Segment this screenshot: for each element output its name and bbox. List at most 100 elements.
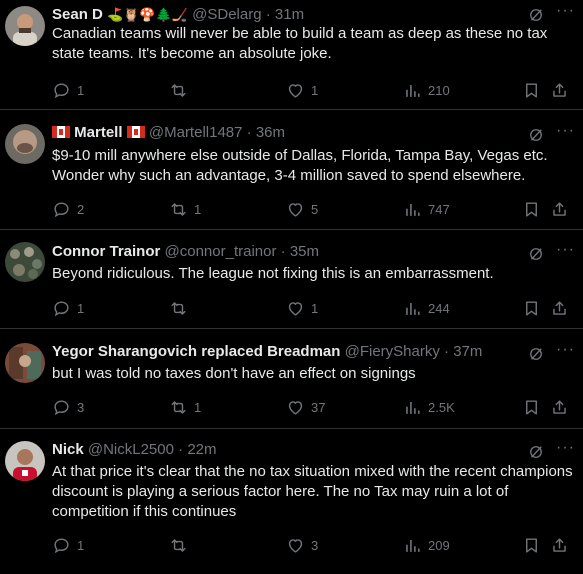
like-icon: [286, 200, 305, 219]
reply-button[interactable]: 1: [52, 534, 84, 556]
tweet[interactable]: Yegor Sharangovich replaced Breadman @Fi…: [0, 329, 583, 429]
display-name[interactable]: Connor Trainor: [52, 243, 160, 260]
views-button[interactable]: 209: [403, 534, 450, 556]
display-name[interactable]: Yegor Sharangovich replaced Breadman: [52, 343, 340, 360]
like-button[interactable]: 3: [286, 534, 318, 556]
tweet[interactable]: Sean D ⛳🦉🍄🌲🏒 @SDelarg · 31m ··· Canadian…: [0, 0, 583, 110]
retweet-icon: [169, 200, 188, 219]
reply-icon: [52, 200, 71, 219]
timestamp[interactable]: 36m: [256, 124, 285, 141]
reply-count: 3: [77, 399, 85, 415]
more-icon[interactable]: ···: [556, 439, 575, 457]
bookmark-button[interactable]: [522, 534, 547, 556]
tweet-header: Connor Trainor @connor_trainor · 35m: [52, 241, 523, 263]
reply-button[interactable]: 3: [52, 396, 84, 418]
grok-icon[interactable]: [527, 126, 545, 144]
tweet-header: Sean D ⛳🦉🍄🌲🏒 @SDelarg · 31m: [52, 4, 523, 26]
reply-count: 2: [77, 201, 85, 217]
views-icon: [403, 299, 422, 318]
like-button[interactable]: 5: [286, 198, 318, 220]
share-icon: [550, 536, 569, 555]
retweet-button[interactable]: 1: [169, 396, 201, 418]
bookmark-button[interactable]: [522, 396, 547, 418]
share-button[interactable]: [550, 297, 575, 319]
tweet[interactable]: Connor Trainor @connor_trainor · 35m ···…: [0, 230, 583, 329]
views-button[interactable]: 210: [403, 79, 450, 101]
grok-icon[interactable]: [527, 345, 545, 363]
more-icon[interactable]: ···: [556, 241, 575, 259]
handle[interactable]: @NickL2500: [88, 441, 174, 458]
more-icon[interactable]: ···: [556, 341, 575, 359]
share-icon: [550, 299, 569, 318]
share-button[interactable]: [550, 534, 575, 556]
separator: ·: [265, 6, 271, 23]
like-button[interactable]: 37: [286, 396, 325, 418]
share-icon: [550, 398, 569, 417]
view-count: 747: [428, 201, 450, 217]
retweet-icon: [169, 398, 188, 417]
tweet-text: $9-10 mill anywhere else outside of Dall…: [52, 147, 548, 184]
tweet[interactable]: Nick @NickL2500 · 22m ··· At that price …: [0, 429, 583, 574]
views-button[interactable]: 747: [403, 198, 450, 220]
reply-count: 1: [77, 300, 85, 316]
share-icon: [550, 81, 569, 100]
avatar[interactable]: [5, 242, 45, 282]
bookmark-icon: [522, 398, 541, 417]
more-icon[interactable]: ···: [556, 2, 575, 20]
grok-icon[interactable]: [527, 443, 545, 461]
like-count: 5: [311, 201, 319, 217]
action-bar: 1 3 209: [52, 534, 583, 556]
view-count: 244: [428, 300, 450, 316]
timestamp[interactable]: 22m: [187, 441, 216, 458]
timestamp[interactable]: 37m: [453, 343, 482, 360]
views-button[interactable]: 2.5K: [403, 396, 455, 418]
handle[interactable]: @SDelarg: [192, 6, 261, 23]
like-icon: [286, 398, 305, 417]
view-count: 2.5K: [428, 399, 455, 415]
action-bar: 1 1 210: [52, 79, 583, 101]
grok-icon[interactable]: [527, 6, 545, 24]
tweet-header: Martell @Martell1487 · 36m: [52, 122, 523, 144]
avatar[interactable]: [5, 343, 45, 383]
avatar[interactable]: [5, 441, 45, 481]
retweet-button[interactable]: [169, 79, 194, 101]
bookmark-button[interactable]: [522, 198, 547, 220]
reply-button[interactable]: 2: [52, 198, 84, 220]
handle[interactable]: @FierySharky: [345, 343, 440, 360]
like-icon: [286, 536, 305, 555]
share-button[interactable]: [550, 198, 575, 220]
tweet[interactable]: Martell @Martell1487 · 36m ··· $9-10 mil…: [0, 110, 583, 230]
action-bar: 3 1 37 2.5K: [52, 396, 583, 418]
share-button[interactable]: [550, 396, 575, 418]
handle[interactable]: @Martell1487: [149, 124, 243, 141]
retweet-button[interactable]: 1: [169, 198, 201, 220]
grok-icon[interactable]: [527, 245, 545, 263]
retweet-count: 1: [194, 399, 202, 415]
reply-button[interactable]: 1: [52, 297, 84, 319]
handle[interactable]: @connor_trainor: [165, 243, 277, 260]
retweet-icon: [169, 536, 188, 555]
share-button[interactable]: [550, 79, 575, 101]
reply-button[interactable]: 1: [52, 79, 84, 101]
view-count: 210: [428, 82, 450, 98]
display-name[interactable]: Sean D: [52, 6, 103, 23]
like-button[interactable]: 1: [286, 297, 318, 319]
retweet-button[interactable]: [169, 297, 194, 319]
more-icon[interactable]: ···: [556, 122, 575, 140]
like-button[interactable]: 1: [286, 79, 318, 101]
retweet-button[interactable]: [169, 534, 194, 556]
views-button[interactable]: 244: [403, 297, 450, 319]
timestamp[interactable]: 31m: [275, 6, 304, 23]
name-emoji: ⛳🦉🍄🌲🏒: [107, 8, 188, 23]
bookmark-button[interactable]: [522, 297, 547, 319]
avatar[interactable]: [5, 124, 45, 164]
like-count: 37: [311, 399, 326, 415]
separator: ·: [178, 441, 184, 458]
avatar[interactable]: [5, 6, 45, 46]
display-name[interactable]: Martell: [74, 124, 122, 141]
display-name[interactable]: Nick: [52, 441, 84, 458]
bookmark-button[interactable]: [522, 79, 547, 101]
tweet-header: Yegor Sharangovich replaced Breadman @Fi…: [52, 341, 488, 363]
separator: ·: [246, 124, 252, 141]
timestamp[interactable]: 35m: [290, 243, 319, 260]
